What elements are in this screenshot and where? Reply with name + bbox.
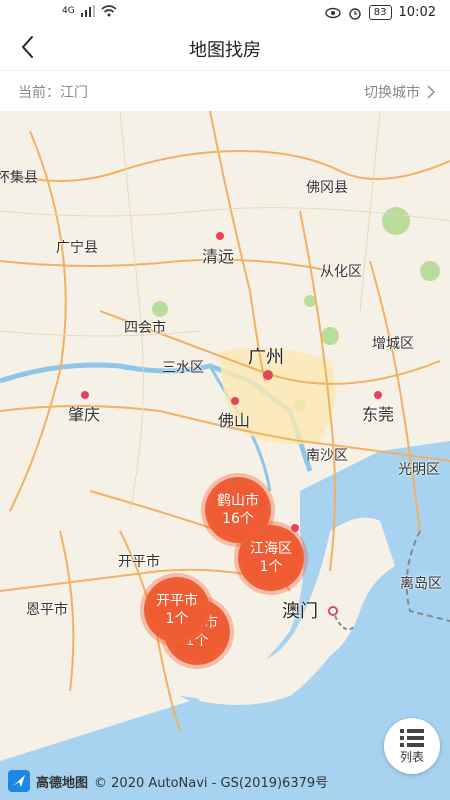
map-label: 四会市 xyxy=(124,320,166,336)
map-label: 恩平市 xyxy=(26,602,68,618)
map-label: 澳门 xyxy=(282,601,318,622)
copyright-text: © 2020 AutoNavi - GS(2019)6379号 xyxy=(94,775,329,791)
app-bar: 地图找房 xyxy=(0,26,450,70)
map-label: 三水区 xyxy=(162,360,204,376)
cluster-name: 开平市 xyxy=(156,593,198,609)
amap-logo-text: 高德地图 xyxy=(36,775,89,791)
cluster-name: 鹤山市 xyxy=(217,493,259,509)
network-label: 4G xyxy=(62,6,75,16)
map-label: 怀集县 xyxy=(0,170,38,186)
cluster-count: 1个 xyxy=(259,559,283,575)
status-bar: 4G 83 10:02 xyxy=(0,0,450,26)
chevron-right-icon xyxy=(427,85,436,99)
amap-logo-icon xyxy=(8,770,30,792)
cluster-count: 16个 xyxy=(222,511,254,527)
eye-icon xyxy=(325,7,341,18)
map-label: 离岛区 xyxy=(400,576,442,592)
map-label: 光明区 xyxy=(398,462,440,478)
signal-icon xyxy=(80,5,95,17)
list-button-label: 列表 xyxy=(399,749,424,764)
map-label: 清远 xyxy=(202,247,235,266)
alarm-icon xyxy=(349,7,361,20)
map-attribution: 高德地图 © 2020 AutoNavi - GS(2019)6379号 xyxy=(8,770,328,792)
map-label: 从化区 xyxy=(320,264,362,280)
cluster-count: 1个 xyxy=(165,611,189,627)
list-view-button[interactable]: 列表 xyxy=(384,718,440,774)
map-label: 佛冈县 xyxy=(306,180,348,196)
map-label: 增城区 xyxy=(372,336,414,352)
cluster-jianghai[interactable]: 江海区 1个 xyxy=(238,525,304,591)
status-left: 4G xyxy=(62,5,117,17)
map-base xyxy=(0,111,450,800)
cluster-name: 江海区 xyxy=(250,541,292,557)
switch-city-label: 切换城市 xyxy=(364,85,420,101)
switch-city-button[interactable]: 切换城市 xyxy=(364,82,436,102)
current-city-label: 当前：江门 xyxy=(18,85,88,101)
status-right: 83 10:02 xyxy=(325,5,436,20)
cluster-kaiping[interactable]: 开平市 1个 xyxy=(144,577,210,643)
map-label: 广宁县 xyxy=(56,240,98,256)
battery-indicator: 83 xyxy=(368,5,392,20)
city-bar: 当前：江门 切换城市 xyxy=(0,70,450,112)
map-label: 广州 xyxy=(248,347,284,368)
map-label: 东莞 xyxy=(362,405,395,424)
list-icon xyxy=(400,728,424,747)
clock: 10:02 xyxy=(398,5,436,20)
page-title: 地图找房 xyxy=(189,40,261,61)
map-label: 南沙区 xyxy=(306,448,348,464)
map-label: 开平市 xyxy=(118,554,160,570)
map-label: 佛山 xyxy=(218,411,251,430)
map-view[interactable]: 怀集县 佛冈县 广宁县 清远 从化区 四会市 增城区 三水区 广州 肇庆 佛山 … xyxy=(0,111,450,800)
map-label: 肇庆 xyxy=(68,405,101,424)
wifi-icon xyxy=(101,5,117,17)
